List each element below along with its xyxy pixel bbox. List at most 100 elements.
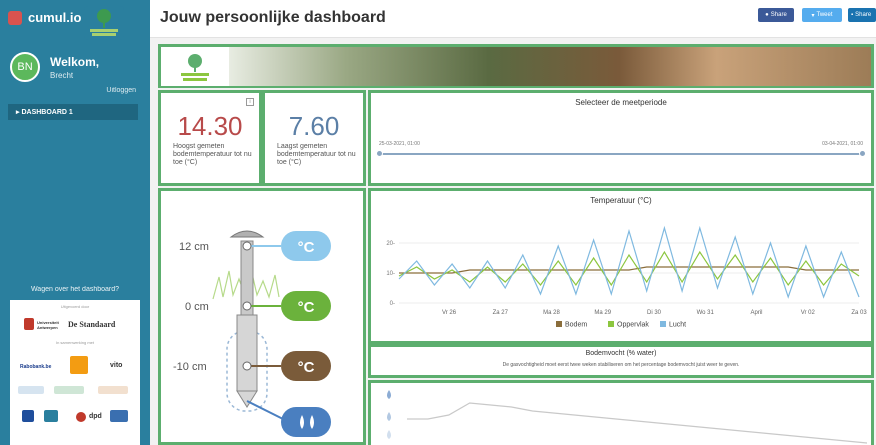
min-temperature-label: Laagst gemeten bodemtemperatuur tot nu t… <box>277 143 356 166</box>
partner-logo-6 <box>110 410 128 422</box>
x-tick-label: Di 30 <box>647 310 662 316</box>
share-twitter-label: Tweet <box>816 12 833 18</box>
share-linkedin-label: Share <box>855 12 872 18</box>
y-tick-label: 20- <box>386 241 395 247</box>
legend-swatch <box>660 321 666 327</box>
moisture-card: Bodemvocht (% water) De gasvochtigheid m… <box>368 344 874 378</box>
share-twitter-button[interactable]: ▾ Tweet <box>802 8 842 22</box>
standaard-label: De Standaard <box>68 320 116 329</box>
partner-logo-1 <box>18 386 44 394</box>
series-line-oppervlak <box>398 250 860 287</box>
logout-link[interactable]: Uitloggen <box>106 87 136 94</box>
soil-unit: °C <box>298 359 315 376</box>
water-bubble <box>281 407 331 437</box>
y-tick-label: 10- <box>386 271 395 277</box>
partner-logo-4 <box>22 410 34 422</box>
facebook-icon: ● <box>765 12 769 18</box>
x-tick-label: Vr 26 <box>442 310 457 316</box>
moisture-drop-icon <box>387 390 391 399</box>
x-tick-label: Wo 31 <box>697 310 715 316</box>
moisture-chart <box>387 390 868 444</box>
legend-swatch <box>556 321 562 327</box>
min-temperature-value: 7.60 <box>288 111 340 141</box>
x-tick-label: Ma 29 <box>594 310 611 316</box>
partner-logos: Uitgevoerd door Universiteit Antwerpen D… <box>10 300 140 445</box>
partner-logo-5 <box>44 410 58 422</box>
probe-illustration: °C °C °C <box>212 230 331 437</box>
min-temperature-card: 7.60 Laagst gemeten bodemtemperatuur tot… <box>262 90 366 186</box>
curieuze-neuzen-logo <box>84 6 124 40</box>
probe-lower <box>236 314 258 392</box>
share-facebook-label: Share <box>770 12 787 18</box>
period-slider-end-handle[interactable] <box>859 150 866 157</box>
moisture-chart-card <box>368 380 874 445</box>
sidebar: cumul.io BN Welkom, Brecht Uitloggen ▸ D… <box>0 0 150 445</box>
avatar: BN <box>10 52 40 82</box>
share-facebook-button[interactable]: ● Share <box>758 8 794 22</box>
partners-caption-1: Uitgevoerd door <box>60 304 90 309</box>
x-tick-label: Vr 02 <box>801 310 816 316</box>
x-tick-label: April <box>750 310 762 316</box>
legend-label: Lucht <box>669 322 686 329</box>
banner-photo <box>229 47 871 86</box>
x-tick-label: Ma 28 <box>543 310 560 316</box>
probe-cap <box>229 230 265 238</box>
linkedin-icon: ▪ <box>851 12 854 18</box>
dpd-logo-icon <box>76 412 86 422</box>
brand[interactable]: cumul.io <box>8 10 81 25</box>
moisture-title: Bodemvocht (% water) <box>585 350 657 357</box>
banner <box>158 44 874 88</box>
curieuze-neuzen-banner-logo <box>167 51 223 85</box>
legend-label: Bodem <box>565 322 587 329</box>
period-title: Selecteer de meetperiode <box>575 98 667 107</box>
sensor-probe-card: 12 cm 0 cm -10 cm °C °C °C <box>158 188 366 445</box>
max-temperature-label: Hoogst gemeten bodemtemperatuur tot nu t… <box>173 143 252 166</box>
temperature-chart-card: Temperatuur (°C) 0- 10- 20- Vr 26 Za 27 Ma 28… <box>368 188 874 344</box>
twitter-icon: ▾ <box>811 12 815 19</box>
share-linkedin-button[interactable]: ▪ Share <box>848 8 876 22</box>
soil-sensor-dot <box>242 361 252 371</box>
series-line-lucht <box>398 225 860 299</box>
legend-label: Oppervlak <box>617 322 649 329</box>
cumulio-logo-icon <box>8 10 22 25</box>
user-name: Brecht <box>50 70 74 80</box>
moisture-drop-icon <box>387 430 391 439</box>
orange-logo-icon <box>70 356 88 374</box>
period-selector-card: Selecteer de meetperiode 25-03-2021, 01:… <box>368 90 874 186</box>
x-tick-label: Za 27 <box>493 310 509 316</box>
partner-logo-3 <box>98 386 128 394</box>
brand-name: cumul.io <box>28 10 82 25</box>
partners-caption-2: In samenwerking met <box>55 340 94 345</box>
temperature-chart: 0- 10- 20- Vr 26 Za 27 Ma 28 Ma 29 Di 30 Wo 31 Ap… <box>386 225 867 329</box>
legend-swatch <box>608 321 614 327</box>
series-line-bodem <box>399 266 859 274</box>
dashboard-canvas: i 14.30 Hoogst gemeten bodemtemperatuur … <box>150 38 876 445</box>
period-start: 25-03-2021, 01:00 <box>379 141 420 147</box>
max-temperature-card: i 14.30 Hoogst gemeten bodemtemperatuur … <box>158 90 262 186</box>
moisture-line <box>407 402 868 444</box>
surface-unit: °C <box>298 299 315 316</box>
vito-label: vito <box>110 362 123 369</box>
header: Jouw persoonlijke dashboard ● Share ▾ Tw… <box>150 0 876 38</box>
air-sensor-dot <box>242 241 252 251</box>
moisture-subtitle: De gasvochtigheid moet eerst twee weken … <box>502 362 740 368</box>
dpd-label: dpd <box>89 413 102 420</box>
dashboard-question: Wagen over het dashboard? <box>30 286 120 293</box>
page-title: Jouw persoonlijke dashboard <box>160 9 386 26</box>
air-unit: °C <box>298 239 315 256</box>
moisture-drop-icon <box>387 412 391 421</box>
info-icon[interactable]: i <box>246 98 254 106</box>
max-temperature-value: 14.30 <box>177 111 243 141</box>
period-slider-start-handle[interactable] <box>376 150 383 157</box>
sidebar-item-dashboard-1[interactable]: ▸ DASHBOARD 1 <box>8 104 138 120</box>
partner-logo-2 <box>54 386 84 394</box>
surface-sensor-dot <box>242 301 252 311</box>
y-tick-label: 0- <box>390 301 395 307</box>
rabobank-label: Rabobank.be <box>20 364 52 370</box>
uantwerpen-label: Universiteit Antwerpen <box>37 320 59 330</box>
period-end: 03-04-2021, 01:00 <box>822 141 863 147</box>
user-block: BN Welkom, Brecht <box>10 52 99 82</box>
period-slider[interactable] <box>376 150 866 157</box>
x-tick-label: Za 03 <box>851 310 867 316</box>
welcome-label: Welkom, <box>50 54 100 69</box>
